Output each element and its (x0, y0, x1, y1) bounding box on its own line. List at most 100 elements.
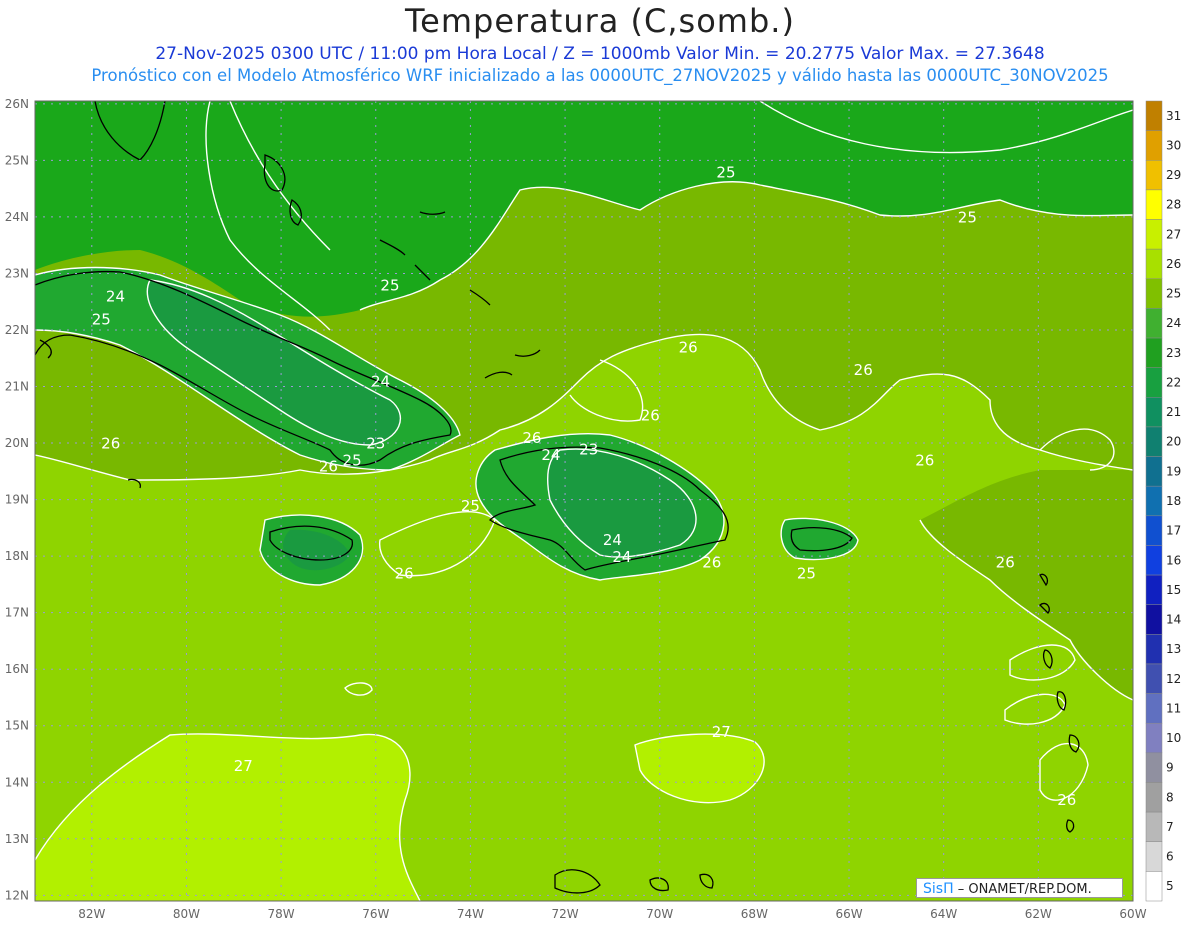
lat-label: 26N (5, 97, 29, 111)
colorbar-swatch (1145, 189, 1163, 220)
shaded-field: 2525252425262624262623 2324262526 26252424… (35, 101, 1133, 901)
colorbar-swatch (1145, 130, 1163, 161)
sispi-logo: SisΠ (923, 881, 954, 897)
colorbar-label: 21 (1166, 405, 1181, 419)
lat-label: 12N (5, 888, 29, 902)
colorbar-swatch (1145, 693, 1163, 724)
colorbar-label: 26 (1166, 257, 1181, 271)
lat-label: 17N (5, 606, 29, 620)
colorbar-label: 31 (1166, 109, 1181, 123)
colorbar-label: 20 (1166, 435, 1181, 449)
lat-label: 14N (5, 775, 29, 789)
colorbar-label: 30 (1166, 138, 1181, 152)
contour-value-label: 25 (797, 565, 816, 583)
colorbar-swatch (1145, 663, 1163, 694)
colorbar-label: 23 (1166, 346, 1181, 360)
lon-label: 62W (1025, 907, 1052, 921)
contour-value-label: 26 (522, 429, 541, 447)
lat-label: 23N (5, 266, 29, 280)
colorbar-swatch (1145, 160, 1163, 191)
contour-value-label: 26 (395, 565, 414, 583)
contour-value-label: 25 (380, 276, 399, 294)
lon-label: 64W (930, 907, 957, 921)
latitude-labels: 26N 25N 24N 23N 22N 21N 20N 19N 18N 17N 16N 15N 14N 1… (5, 97, 29, 903)
contour-value-label: 23 (366, 435, 385, 453)
colorbar-swatch (1145, 604, 1163, 635)
colorbar-swatch (1145, 219, 1163, 250)
contour-value-label: 26 (1057, 791, 1076, 809)
contour-value-label: 26 (915, 452, 934, 470)
contour-value-label: 26 (319, 457, 338, 475)
lon-label: 60W (1119, 907, 1146, 921)
colorbar-label: 18 (1166, 494, 1181, 508)
colorbar-swatch (1145, 278, 1163, 309)
contour-value-label: 25 (958, 209, 977, 227)
colorbar-label: 27 (1166, 227, 1181, 241)
contour-value-label: 26 (702, 553, 721, 571)
contour-value-label: 27 (234, 757, 253, 775)
colorbar-label: 11 (1166, 701, 1181, 715)
colorbar-label: 6 (1166, 850, 1174, 864)
contour-value-label: 26 (996, 553, 1015, 571)
lat-label: 20N (5, 436, 29, 450)
colorbar-swatch (1145, 722, 1163, 754)
lat-label: 18N (5, 549, 29, 563)
contour-value-label: 25 (343, 452, 362, 470)
colorbar-label: 16 (1166, 553, 1181, 567)
colorbar-swatch (1145, 397, 1163, 428)
colorbar-swatch (1145, 782, 1163, 813)
colorbar-swatch (1145, 871, 1163, 902)
colorbar-label: 22 (1166, 375, 1181, 389)
contour-value-label: 27 (712, 723, 731, 741)
colorbar-swatch (1145, 515, 1163, 546)
lat-label: 21N (5, 380, 29, 394)
contour-value-label: 26 (101, 435, 120, 453)
colorbar-swatch (1145, 426, 1163, 457)
contour-value-label: 25 (92, 310, 111, 328)
contour-value-label: 24 (603, 531, 622, 549)
lon-label: 74W (457, 907, 484, 921)
lon-label: 66W (835, 907, 862, 921)
credit-text: – ONAMET/REP.DOM. (953, 882, 1092, 897)
lat-label: 25N (5, 153, 29, 167)
contour-value-label: 25 (716, 163, 735, 181)
colorbar-swatch (1145, 485, 1163, 517)
colorbar-swatch (1145, 308, 1163, 339)
lon-label: 76W (362, 907, 389, 921)
colorbar-swatch (1145, 841, 1163, 872)
contour-value-label: 25 (461, 497, 480, 515)
lon-label: 70W (646, 907, 673, 921)
colorbar-label: 24 (1166, 316, 1181, 330)
colorbar-swatch (1145, 248, 1163, 280)
colorbar-label: 19 (1166, 464, 1181, 478)
colorbar-swatch (1145, 456, 1163, 487)
colorbar-swatch (1145, 545, 1163, 576)
contour-value-label: 24 (106, 288, 125, 306)
colorbar: 31 30 29 28 27 26 25 24 23 22 21 20 19 18 17 16 15 14 13 12… (1145, 100, 1181, 902)
colorbar-label: 5 (1166, 879, 1174, 893)
colorbar-label: 12 (1166, 672, 1181, 686)
lat-label: 13N (5, 832, 29, 846)
longitude-labels: 82W 80W 78W 76W 74W 72W 70W 68W 66W 64W 62W 60W (78, 907, 1146, 921)
credit-box: SisΠ – ONAMET/REP.DOM. (916, 878, 1123, 898)
colorbar-swatch (1145, 811, 1163, 842)
lat-label: 22N (5, 323, 29, 337)
colorbar-swatch (1145, 367, 1163, 398)
lat-label: 19N (5, 493, 29, 507)
contour-value-label: 26 (679, 339, 698, 357)
colorbar-swatch (1145, 634, 1163, 665)
colorbar-label: 9 (1166, 761, 1174, 775)
colorbar-label: 10 (1166, 731, 1181, 745)
colorbar-label: 29 (1166, 168, 1181, 182)
colorbar-label: 14 (1166, 613, 1181, 627)
colorbar-label: 7 (1166, 820, 1174, 834)
contour-value-label: 23 (579, 440, 598, 458)
colorbar-label: 8 (1166, 790, 1174, 804)
colorbar-label: 17 (1166, 524, 1181, 538)
lon-label: 72W (551, 907, 578, 921)
lon-label: 68W (741, 907, 768, 921)
colorbar-label: 13 (1166, 642, 1181, 656)
colorbar-label: 25 (1166, 287, 1181, 301)
lon-label: 78W (268, 907, 295, 921)
lon-label: 80W (173, 907, 200, 921)
